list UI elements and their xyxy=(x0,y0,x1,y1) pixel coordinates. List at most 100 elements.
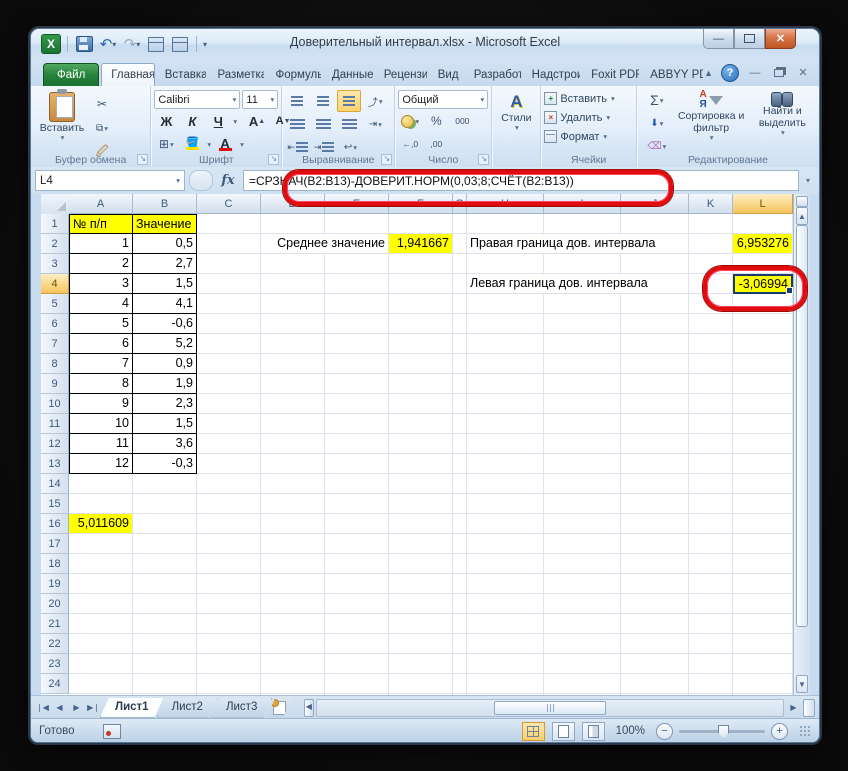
row-header-5[interactable]: 5 xyxy=(41,294,69,314)
column-header-F[interactable]: F xyxy=(389,194,453,214)
cell-B4[interactable]: 1,5 xyxy=(133,274,197,294)
fill-color-button[interactable]: 🪣▾ xyxy=(180,133,204,155)
column-header-D[interactable]: D xyxy=(261,194,325,214)
maximize-button[interactable] xyxy=(734,29,765,49)
column-header-A[interactable]: A xyxy=(69,194,133,214)
cell-B13[interactable]: -0,3 xyxy=(133,454,197,474)
tab-вставка[interactable]: Вставка xyxy=(155,63,208,86)
cell-B5[interactable]: 4,1 xyxy=(133,294,197,314)
row-header-19[interactable]: 19 xyxy=(41,574,69,594)
font-family-select[interactable]: Calibri▾ xyxy=(154,90,240,109)
scroll-up-icon[interactable]: ▲ xyxy=(796,207,808,225)
cell-D2[interactable]: Среднее значение xyxy=(261,234,388,253)
horizontal-scrollbar[interactable]: ◀ xyxy=(316,699,784,717)
tab-abbyy-pd[interactable]: ABBYY PD xyxy=(640,63,704,86)
percent-style-icon[interactable]: % xyxy=(424,110,448,132)
tab-рецензи[interactable]: Рецензи xyxy=(374,63,428,86)
comma-style-icon[interactable]: 000 xyxy=(450,110,474,132)
zoom-level[interactable]: 100% xyxy=(616,725,645,737)
bold-button[interactable]: Ж xyxy=(154,110,178,132)
help-icon[interactable]: ? xyxy=(721,64,739,82)
workbook-close-icon[interactable]: ✕ xyxy=(795,66,811,80)
merge-center-icon[interactable]: ⇥▾ xyxy=(363,113,387,135)
cell-H4[interactable]: Левая граница дов. интервала xyxy=(467,274,688,293)
cell-H2[interactable]: Правая граница дов. интервала xyxy=(467,234,688,253)
cell-B1[interactable]: Значение xyxy=(133,214,197,234)
cell-A3[interactable]: 2 xyxy=(69,254,133,274)
row-header-3[interactable]: 3 xyxy=(41,254,69,274)
formula-input[interactable]: =СРЗНАЧ(B2:B13)-ДОВЕРИТ.НОРМ(0,03;8;СЧЁТ… xyxy=(243,170,799,191)
page-layout-view-button[interactable] xyxy=(552,722,575,741)
horizontal-split-handle[interactable] xyxy=(803,699,815,717)
sheet-tab-лист1[interactable]: Лист1 xyxy=(100,698,164,718)
row-header-6[interactable]: 6 xyxy=(41,314,69,334)
zoom-slider-thumb[interactable] xyxy=(718,725,729,739)
row-header-10[interactable]: 10 xyxy=(41,394,69,414)
row-header-22[interactable]: 22 xyxy=(41,634,69,654)
tab-надстрои[interactable]: Надстрои xyxy=(522,63,582,86)
tab-разметка[interactable]: Разметка xyxy=(207,63,265,86)
orientation-icon[interactable]: ⤴▾ xyxy=(363,90,387,112)
align-right-icon[interactable] xyxy=(337,113,361,135)
cell-A9[interactable]: 8 xyxy=(69,374,133,394)
number-format-select[interactable]: Общий▾ xyxy=(398,90,488,109)
record-macro-icon[interactable] xyxy=(103,724,121,739)
row-header-14[interactable]: 14 xyxy=(41,474,69,494)
decrease-decimal-icon[interactable]: ,00 xyxy=(424,133,448,155)
column-header-E[interactable]: E xyxy=(325,194,389,214)
cell-B8[interactable]: 0,9 xyxy=(133,354,197,374)
tab-file[interactable]: Файл xyxy=(43,63,99,86)
horizontal-scroll-thumb[interactable] xyxy=(494,701,606,715)
zoom-slider-track[interactable] xyxy=(679,730,765,733)
row-header-7[interactable]: 7 xyxy=(41,334,69,354)
borders-button[interactable]: ⊞▾ xyxy=(154,133,178,155)
fill-button[interactable]: ⬇▾ xyxy=(640,112,674,134)
sheet-tab-лист3[interactable]: Лист3 xyxy=(211,698,272,718)
column-header-B[interactable]: B xyxy=(133,194,197,214)
vertical-scroll-thumb[interactable] xyxy=(796,225,808,627)
number-dialog-launcher[interactable]: ↘ xyxy=(478,154,489,165)
row-header-17[interactable]: 17 xyxy=(41,534,69,554)
first-sheet-icon[interactable]: ❘◀ xyxy=(35,700,50,715)
column-header-L[interactable]: L xyxy=(733,194,793,214)
row-header-13[interactable]: 13 xyxy=(41,454,69,474)
font-dialog-launcher[interactable]: ↘ xyxy=(268,154,279,165)
cell-L2[interactable]: 6,953276 xyxy=(733,234,792,253)
cut-icon[interactable]: ✂ xyxy=(90,93,114,115)
cell-B7[interactable]: 5,2 xyxy=(133,334,197,354)
row-header-15[interactable]: 15 xyxy=(41,494,69,514)
paste-button[interactable]: Вставить▾ xyxy=(34,89,90,163)
italic-button[interactable]: К xyxy=(180,110,204,132)
tab-главная[interactable]: Главная xyxy=(101,63,154,86)
cell-B6[interactable]: -0,6 xyxy=(133,314,197,334)
sort-filter-button[interactable]: АЯ Сортировка и фильтр▾ xyxy=(674,89,749,157)
workbook-restore-icon[interactable] xyxy=(771,66,787,80)
cell-A4[interactable]: 3 xyxy=(69,274,133,294)
styles-button[interactable]: А Стили ▾ xyxy=(495,89,537,133)
autosum-button[interactable]: Σ▾ xyxy=(640,89,674,111)
zoom-out-button[interactable]: − xyxy=(656,723,673,740)
prev-sheet-icon[interactable]: ◀ xyxy=(52,700,67,715)
cell-B12[interactable]: 3,6 xyxy=(133,434,197,454)
vertical-split-handle[interactable] xyxy=(796,196,808,207)
cell-A10[interactable]: 9 xyxy=(69,394,133,414)
scroll-right-icon[interactable]: ▶ xyxy=(786,700,801,716)
copy-icon[interactable]: ⧉▾ xyxy=(90,117,114,139)
row-header-9[interactable]: 9 xyxy=(41,374,69,394)
cell-B10[interactable]: 2,3 xyxy=(133,394,197,414)
cell-A11[interactable]: 10 xyxy=(69,414,133,434)
row-header-8[interactable]: 8 xyxy=(41,354,69,374)
format-cells-button[interactable]: Формат▾ xyxy=(544,127,633,146)
column-header-I[interactable]: I xyxy=(544,194,621,214)
insert-cells-button[interactable]: Вставить▾ xyxy=(544,89,633,108)
increase-decimal-icon[interactable]: ←,0 xyxy=(398,133,422,155)
cell-A2[interactable]: 1 xyxy=(69,234,133,254)
cell-B9[interactable]: 1,9 xyxy=(133,374,197,394)
delete-cells-button[interactable]: Удалить▾ xyxy=(544,108,633,127)
row-header-1[interactable]: 1 xyxy=(41,214,69,234)
align-bottom-icon[interactable] xyxy=(337,90,361,112)
row-header-20[interactable]: 20 xyxy=(41,594,69,614)
alignment-dialog-launcher[interactable]: ↘ xyxy=(381,154,392,165)
minimize-button[interactable]: — xyxy=(703,29,734,49)
row-header-23[interactable]: 23 xyxy=(41,654,69,674)
